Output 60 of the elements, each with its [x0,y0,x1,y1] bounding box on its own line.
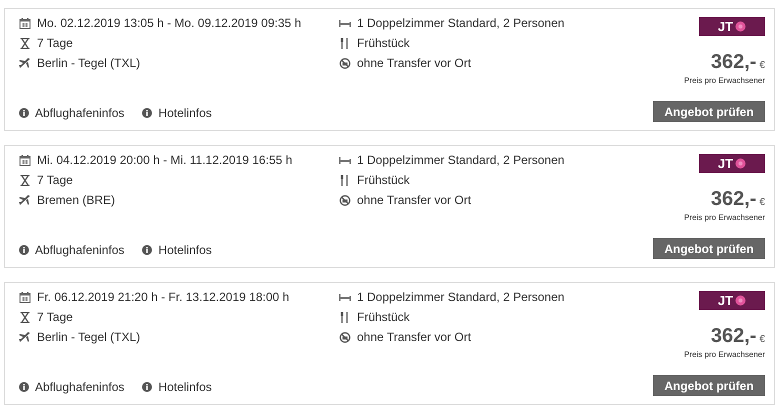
trip-duration: 7 Tage [37,174,73,187]
transfer-info: ohne Transfer vor Ort [357,331,472,344]
departure-airport: Berlin - Tegel (TXL) [37,57,140,70]
hourglass-icon [19,312,31,323]
transfer-info: ohne Transfer vor Ort [357,194,472,207]
info-icon [19,382,29,392]
airplane-icon [19,332,31,343]
info-link[interactable]: Abflughafeninfos [19,380,124,394]
price: 362,- [710,325,756,348]
info-link[interactable]: Abflughafeninfos [19,243,124,257]
calendar-icon [19,292,31,303]
bed-icon [339,157,351,164]
room-type: 1 Doppelzimmer Standard, 2 Personen [357,17,564,30]
price-note: Preis pro Erwachsener [684,350,765,359]
no-transfer-icon [339,195,351,206]
currency: € [759,334,765,345]
check-offer-button[interactable]: Angebot prüfen [653,101,765,122]
operator-logo: JT [699,17,765,36]
no-transfer-icon [339,332,351,343]
price-note: Preis pro Erwachsener [684,213,765,222]
room-type: 1 Doppelzimmer Standard, 2 Personen [357,154,564,167]
price: 362,- [710,188,756,211]
info-link[interactable]: Hotelinfos [142,243,212,257]
bed-icon [339,20,351,27]
travel-dates: Mo. 02.12.2019 13:05 h - Mo. 09.12.2019 09:35 h [37,17,302,30]
hourglass-icon [19,38,31,49]
check-offer-button[interactable]: Angebot prüfen [653,238,765,259]
check-offer-button[interactable]: Angebot prüfen [653,375,765,396]
calendar-icon [19,18,31,29]
info-link[interactable]: Hotelinfos [142,380,212,394]
info-icon [19,245,29,255]
hourglass-icon [19,175,31,186]
airplane-icon [19,195,31,206]
price: 362,- [710,51,756,74]
operator-logo: JT [699,291,765,310]
price-note: Preis pro Erwachsener [684,76,765,85]
info-link[interactable]: Abflughafeninfos [19,106,124,120]
airplane-icon [19,58,31,69]
travel-dates: Fr. 06.12.2019 21:20 h - Fr. 13.12.2019 18:00 h [37,291,290,304]
currency: € [759,197,765,208]
operator-logo: JT [699,154,765,173]
travel-dates: Mi. 04.12.2019 20:00 h - Mi. 11.12.2019 16:55 h [37,154,292,167]
bed-icon [339,294,351,301]
info-icon [142,108,152,118]
no-transfer-icon [339,58,351,69]
departure-airport: Bremen (BRE) [37,194,116,207]
trip-duration: 7 Tage [37,311,73,324]
info-icon [142,245,152,255]
board-type: Frühstück [357,174,410,187]
departure-airport: Berlin - Tegel (TXL) [37,331,140,344]
info-icon [142,382,152,392]
info-icon [19,108,29,118]
board-type: Frühstück [357,37,410,50]
calendar-icon [19,155,31,166]
info-link[interactable]: Hotelinfos [142,106,212,120]
transfer-info: ohne Transfer vor Ort [357,57,472,70]
trip-duration: 7 Tage [37,37,73,50]
board-type: Frühstück [357,311,410,324]
currency: € [759,60,765,71]
room-type: 1 Doppelzimmer Standard, 2 Personen [357,291,564,304]
